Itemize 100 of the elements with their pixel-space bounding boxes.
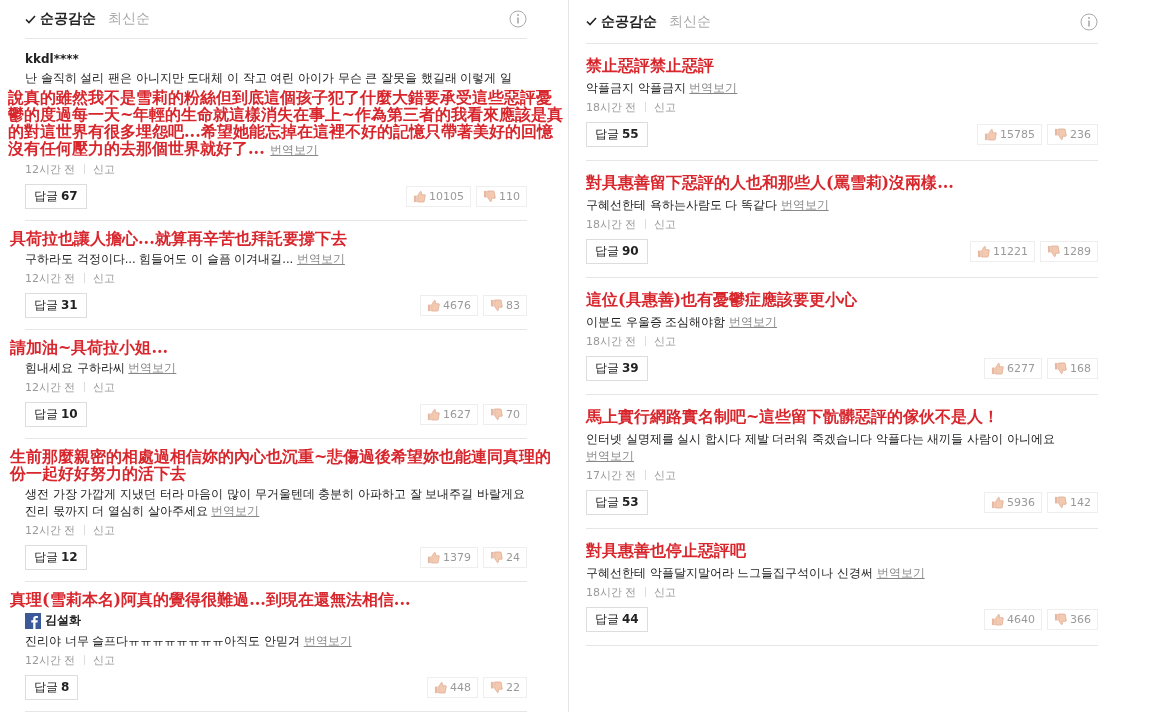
sort-option[interactable]: 순공감순 [586, 12, 657, 31]
like-button[interactable]: 4676 [420, 295, 478, 316]
dislike-button[interactable]: 1289 [1040, 241, 1098, 262]
report-link[interactable]: 신고 [92, 652, 115, 668]
like-button[interactable]: 1379 [420, 547, 478, 568]
comment-text: 이분도 우울증 조심해야함 번역보기 [586, 314, 778, 331]
thumbs-up-icon [977, 245, 990, 258]
reply-button[interactable]: 답글 39 [586, 356, 648, 381]
dislike-button[interactable]: 142 [1047, 492, 1098, 513]
sort-option[interactable]: 최신순 [108, 10, 150, 28]
reply-button[interactable]: 답글 90 [586, 239, 648, 264]
reply-button[interactable]: 답글 12 [25, 545, 87, 570]
dislike-button[interactable]: 366 [1047, 609, 1098, 630]
annotation-text: 對具惠善也停止惡評吧 [586, 542, 747, 559]
thumbs-down-icon [1047, 245, 1060, 258]
comment-text: 인터넷 실명제를 실시 합시다 제발 더러워 죽겠습니다 악플다는 새끼들 사람이 아니에요 번역보기 [586, 431, 1056, 465]
translate-link[interactable]: 번역보기 [689, 81, 738, 95]
annotation-text: 真理(雪莉本名)阿真的覺得很難過...到現在還無法相信... [10, 591, 412, 608]
report-link[interactable]: 신고 [653, 584, 676, 600]
thumbs-up-icon [434, 681, 447, 694]
like-button[interactable]: 1627 [420, 404, 478, 425]
comment-time: 12시간 전 [25, 270, 76, 286]
translate-link[interactable]: 번역보기 [780, 198, 829, 212]
report-link[interactable]: 신고 [92, 379, 115, 395]
dislike-button[interactable]: 70 [483, 404, 527, 425]
comment-time: 17시간 전 [586, 467, 637, 483]
reply-button[interactable]: 답글 8 [25, 675, 79, 700]
dislike-button[interactable]: 83 [483, 295, 527, 316]
thumbs-down-icon [490, 408, 503, 421]
thumbs-down-icon [483, 190, 496, 203]
social-logo-icon [25, 612, 41, 629]
report-link[interactable]: 신고 [92, 161, 115, 177]
like-button[interactable]: 15785 [977, 124, 1042, 145]
reply-button[interactable]: 답글 53 [586, 490, 648, 515]
check-icon [586, 17, 597, 26]
reply-button[interactable]: 답글 55 [586, 122, 648, 147]
comment-text: 구혜선한테 악플달지말어라 느그들집구석이나 신경써 번역보기 [586, 565, 926, 582]
annotation-text: 馬上實行網路實名制吧~這些留下骯髒惡評的傢伙不是人！ [586, 408, 1001, 425]
sort-option[interactable]: 순공감순 [25, 10, 96, 28]
translate-link[interactable]: 번역보기 [296, 252, 345, 266]
dislike-button[interactable]: 110 [476, 186, 527, 207]
annotation-text: 生前那麼親密的相處過相信妳的內心也沉重~悲傷過後希望妳也能連同真理的份一起好好努力的活下去 [10, 448, 553, 482]
like-button[interactable]: 5936 [984, 492, 1042, 513]
thumbs-up-icon [427, 299, 440, 312]
sort-option[interactable]: 최신순 [669, 12, 711, 31]
author-name: 김설화 [45, 612, 81, 629]
info-icon[interactable] [509, 10, 527, 28]
comment-time: 12시간 전 [25, 652, 76, 668]
comment-time: 18시간 전 [586, 216, 637, 232]
translate-link[interactable]: 번역보기 [211, 504, 260, 518]
thumbs-up-icon [991, 496, 1004, 509]
translate-link[interactable]: 번역보기 [128, 361, 177, 375]
translate-link[interactable]: 번역보기 [270, 143, 319, 157]
reply-button[interactable]: 답글 31 [25, 293, 87, 318]
report-link[interactable]: 신고 [92, 270, 115, 286]
comment-text: 힘내세요 구하라씨 번역보기 [25, 360, 178, 377]
thumbs-down-icon [490, 681, 503, 694]
reply-button[interactable]: 답글 10 [25, 402, 87, 427]
annotation-text: 說真的雖然我不是雪莉的粉絲但到底這個孩子犯了什麼大錯要承受這些惡評憂鬱的度過每一天~年輕的生命就這樣消失在事上~作為第三者的我看來應該是真的對這世界有很多埋怨吧...希望她能忘掉在這裡不好的記憶只帶著美好的回憶沒有任何壓力的去那個世界就好了... 번역보기 [8, 89, 564, 159]
dislike-button[interactable]: 236 [1047, 124, 1098, 145]
like-button[interactable]: 4640 [984, 609, 1042, 630]
comment-time: 18시간 전 [586, 333, 637, 349]
comment-time: 18시간 전 [586, 584, 637, 600]
reply-button[interactable]: 답글 67 [25, 184, 87, 209]
dislike-button[interactable]: 24 [483, 547, 527, 568]
comment-time: 18시간 전 [586, 99, 637, 115]
report-link[interactable]: 신고 [92, 522, 115, 538]
thumbs-down-icon [490, 551, 503, 564]
report-link[interactable]: 신고 [653, 333, 676, 349]
dislike-button[interactable]: 22 [483, 677, 527, 698]
thumbs-up-icon [427, 551, 440, 564]
thumbs-up-icon [427, 408, 440, 421]
annotation-text: 請加油~具荷拉小姐... [10, 339, 170, 356]
annotation-text: 對具惠善留下惡評的人也和那些人(罵雪莉)沒兩樣... [586, 174, 955, 191]
thumbs-up-icon [991, 362, 1004, 375]
report-link[interactable]: 신고 [653, 467, 676, 483]
comment-text: 구하라도 걱정이다... 힘들어도 이 슬픔 이겨내길... 번역보기 [25, 251, 346, 268]
like-button[interactable]: 10105 [406, 186, 471, 207]
thumbs-down-icon [490, 299, 503, 312]
check-icon [25, 14, 36, 24]
report-link[interactable]: 신고 [653, 99, 676, 115]
comment-time: 12시간 전 [25, 379, 76, 395]
translate-link[interactable]: 번역보기 [728, 315, 777, 329]
annotation-text: 具荷拉也讓人擔心...就算再辛苦也拜託要撐下去 [10, 230, 348, 247]
thumbs-up-icon [991, 613, 1004, 626]
translate-link[interactable]: 번역보기 [303, 634, 352, 648]
thumbs-up-icon [413, 190, 426, 203]
reply-button[interactable]: 답글 44 [586, 607, 648, 632]
info-icon[interactable] [1080, 12, 1098, 31]
translate-link[interactable]: 번역보기 [876, 566, 925, 580]
like-button[interactable]: 6277 [984, 358, 1042, 379]
dislike-button[interactable]: 168 [1047, 358, 1098, 379]
like-button[interactable]: 11221 [970, 241, 1035, 262]
translate-link[interactable]: 번역보기 [586, 449, 634, 463]
annotation-text: 禁止惡評禁止惡評 [586, 57, 715, 74]
report-link[interactable]: 신고 [653, 216, 676, 232]
thumbs-down-icon [1054, 496, 1067, 509]
like-button[interactable]: 448 [427, 677, 478, 698]
annotation-text: 這位(具惠善)也有憂鬱症應該要更小心 [586, 291, 859, 308]
thumbs-down-icon [1054, 613, 1067, 626]
